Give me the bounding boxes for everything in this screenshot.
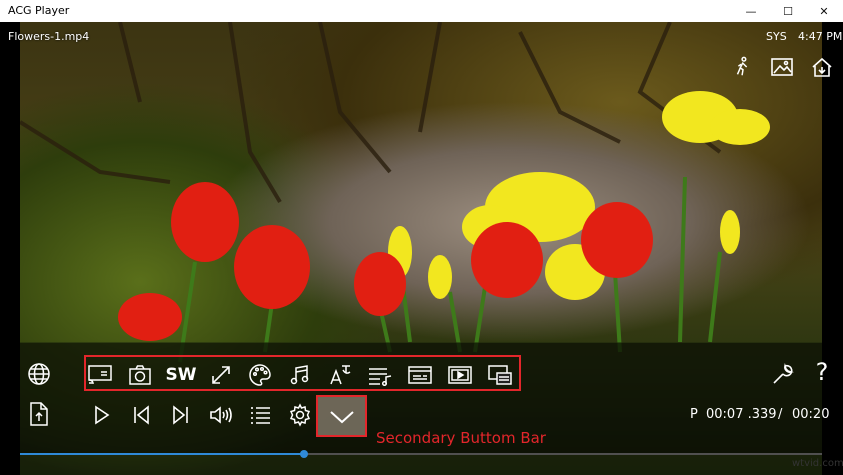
annotation-label: Secondary Buttom Bar: [376, 429, 546, 447]
watermark: wtvid.com: [792, 458, 843, 469]
seek-bar-fill: [20, 453, 304, 455]
status-label: SYS: [766, 30, 787, 43]
secondary-bar-toggle-button[interactable]: [316, 395, 367, 437]
person-walk-icon[interactable]: [730, 54, 756, 80]
app-title: ACG Player: [8, 4, 70, 17]
seek-bar-thumb[interactable]: [299, 450, 308, 458]
duration: 00:20: [792, 407, 830, 422]
time-separator: /: [778, 407, 783, 422]
home-download-icon[interactable]: [809, 54, 835, 80]
minimize-icon: —: [745, 4, 757, 18]
secondary-bar-highlight: [84, 355, 521, 391]
globe-icon[interactable]: [25, 360, 53, 388]
open-file-icon[interactable]: [25, 400, 53, 428]
next-icon[interactable]: [167, 401, 195, 429]
play-icon[interactable]: [87, 401, 115, 429]
settings-icon[interactable]: [286, 401, 314, 429]
image-icon[interactable]: [769, 54, 795, 80]
maximize-button[interactable]: ☐: [770, 0, 806, 22]
title-bar: ACG Player — ☐ ✕: [0, 0, 843, 22]
minimize-button[interactable]: —: [733, 0, 769, 22]
close-button[interactable]: ✕: [806, 0, 842, 22]
help-icon[interactable]: ?: [808, 358, 836, 386]
close-icon: ✕: [819, 4, 829, 18]
wrench-icon[interactable]: [769, 360, 797, 388]
seek-bar[interactable]: [20, 450, 822, 458]
current-time: 00:07 .339: [706, 407, 777, 422]
previous-icon[interactable]: [127, 401, 155, 429]
time-prefix: P: [690, 407, 698, 422]
maximize-icon: ☐: [783, 4, 793, 18]
file-name: Flowers-1.mp4: [8, 30, 90, 43]
clock: 4:47 PM: [798, 30, 843, 43]
chevron-down-icon: [330, 411, 354, 424]
list-icon[interactable]: [247, 401, 275, 429]
volume-icon[interactable]: [207, 401, 235, 429]
